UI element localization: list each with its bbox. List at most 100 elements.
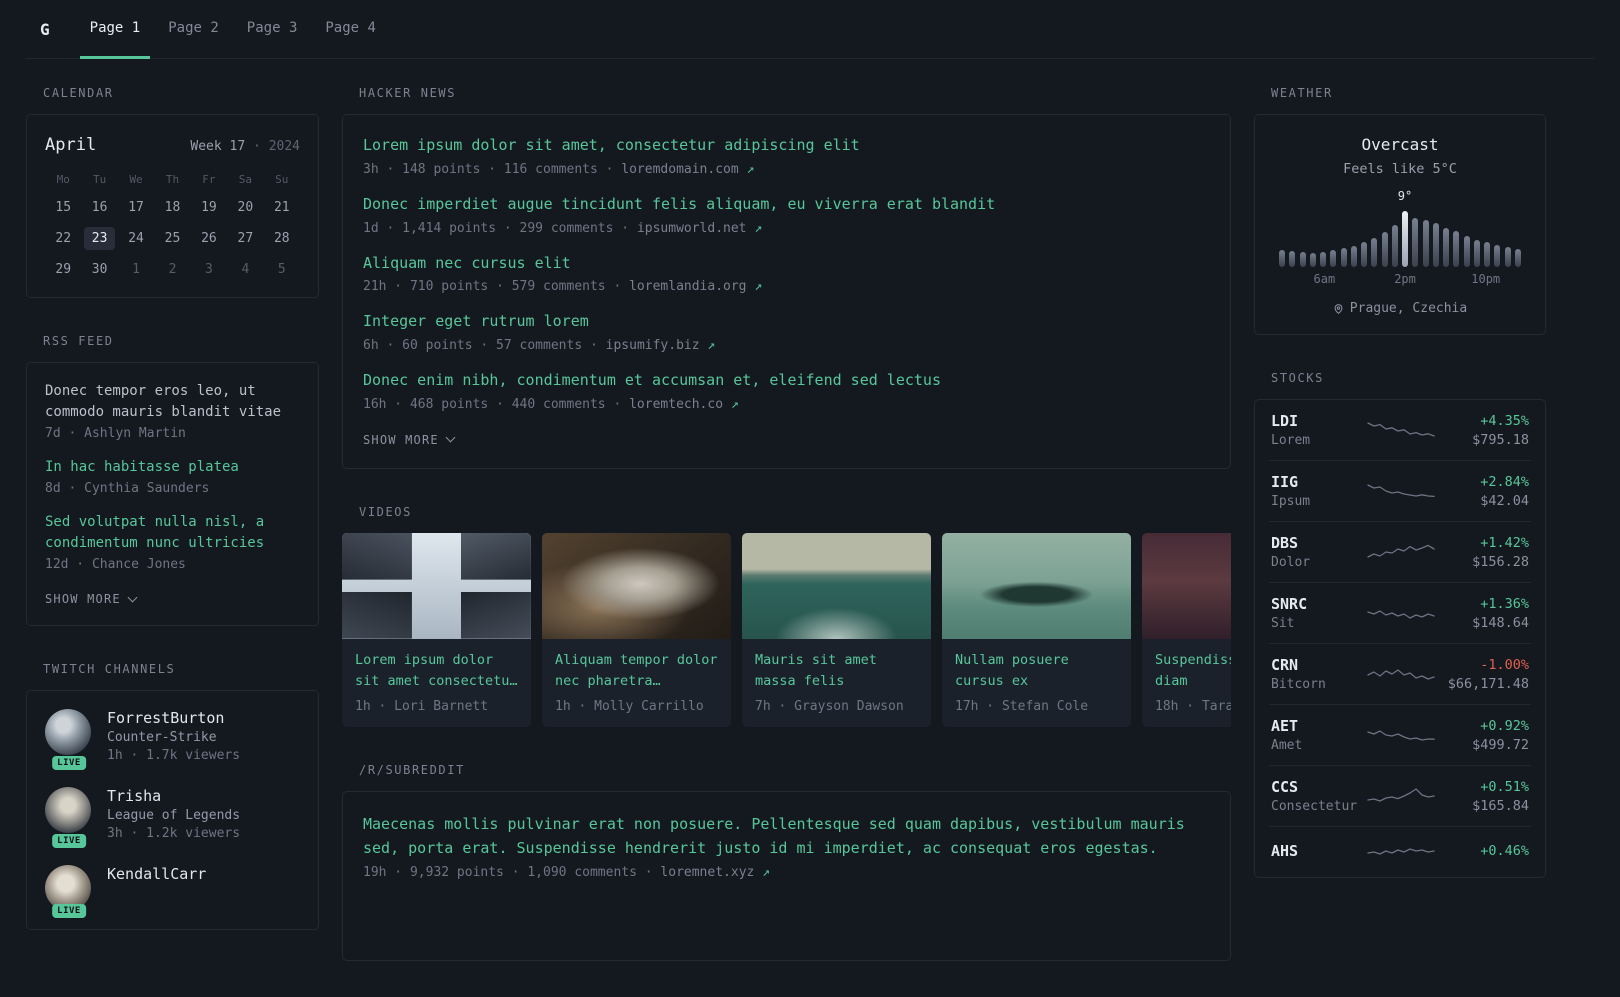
video-title[interactable]: Mauris sit amet massa felis <box>742 639 931 692</box>
video-title[interactable]: Nullam posuere cursus ex <box>942 639 1131 692</box>
hn-item-title[interactable]: Donec imperdiet augue tincidunt felis al… <box>363 195 995 213</box>
videos-widget-title: VIDEOS <box>359 504 412 519</box>
calendar-day: 21 <box>273 200 290 215</box>
stock-row[interactable]: IIG Ipsum +2.84% $42.04 <box>1269 460 1531 521</box>
weather-location: Prague, Czechia <box>1273 301 1527 316</box>
stock-row[interactable]: SNRC Sit +1.36% $148.64 <box>1269 582 1531 643</box>
rss-widget: RSS FEED Donec tempor eros leo, ut commo… <box>26 334 319 626</box>
video-thumbnail[interactable] <box>1142 532 1231 639</box>
weather-bar <box>1473 240 1480 267</box>
hn-domain-link[interactable]: loremdomain.com ↗ <box>621 162 754 177</box>
stock-change: +4.35% <box>1480 412 1529 429</box>
avatar <box>45 709 91 755</box>
weather-bar <box>1350 246 1357 267</box>
hn-domain-link[interactable]: ipsumify.biz ↗ <box>606 338 716 353</box>
calendar-day: 15 <box>55 200 72 215</box>
hn-domain-link[interactable]: loremtech.co ↗ <box>629 397 739 412</box>
weather-widget-title: WEATHER <box>1271 86 1333 100</box>
stock-price: $165.84 <box>1472 797 1529 814</box>
stock-id: AHS <box>1271 842 1359 863</box>
tab-page-2[interactable]: Page 2 <box>158 0 229 59</box>
channel-meta: 3h · 1.2k viewers <box>107 826 241 841</box>
hn-item-meta: 6h · 60 points · 57 comments · ipsumify.… <box>363 338 1210 353</box>
rss-item-title[interactable]: Sed volutpat nulla nisl, a condimentum n… <box>45 512 300 554</box>
subreddit-card: Maecenas mollis pulvinar erat non posuer… <box>342 790 1231 961</box>
video-thumbnail[interactable] <box>542 532 731 639</box>
weather-bar <box>1371 238 1378 267</box>
stock-sparkline <box>1367 422 1435 437</box>
stock-name: Consectetur <box>1271 799 1358 814</box>
video-title[interactable]: Aliquam tempor dolor nec pharetra… <box>542 639 731 692</box>
weather-bar <box>1289 251 1296 267</box>
stock-change: +0.46% <box>1480 842 1529 859</box>
rss-item-meta: 8d · Cynthia Saunders <box>45 481 210 496</box>
hn-domain: ipsumify.biz <box>605 338 700 353</box>
rss-show-more-button[interactable]: SHOW MORE <box>45 592 138 606</box>
hn-item-title[interactable]: Donec enim nibh, condimentum et accumsan… <box>363 371 941 389</box>
stock-ticker: SNRC <box>1271 595 1308 613</box>
stock-id: SNRC Sit <box>1271 595 1359 631</box>
hn-show-more-button[interactable]: SHOW MORE <box>363 433 456 447</box>
app-logo[interactable]: G <box>26 20 64 39</box>
stock-row[interactable]: CCS Consectetur +0.51% $165.84 <box>1269 765 1531 826</box>
hn-item: Integer eget rutrum lorem 6h · 60 points… <box>363 311 1210 353</box>
weather-bar <box>1412 218 1419 267</box>
hn-item-meta: 21h · 710 points · 579 comments · loreml… <box>363 279 1210 294</box>
stock-sparkline <box>1367 730 1435 741</box>
video-card[interactable]: Aliquam tempor dolor nec pharetra… 1h · … <box>542 532 731 727</box>
twitch-widget-title: TWITCH CHANNELS <box>43 662 176 676</box>
tab-page-1[interactable]: Page 1 <box>79 0 151 59</box>
video-meta: 1h · Lori Barnett <box>355 698 489 714</box>
stock-row[interactable]: AET Amet +0.92% $499.72 <box>1269 704 1531 765</box>
hn-item: Donec imperdiet augue tincidunt felis al… <box>363 194 1210 236</box>
video-title[interactable]: Lorem ipsum dolor sit amet consectetu… <box>342 639 531 692</box>
stock-row[interactable]: DBS Dolor +1.42% $156.28 <box>1269 521 1531 582</box>
avatar <box>45 787 91 833</box>
video-thumbnail[interactable] <box>342 532 531 639</box>
hn-item-title[interactable]: Integer eget rutrum lorem <box>363 312 589 330</box>
video-card[interactable]: Nullam posuere cursus ex 17h · Stefan Co… <box>942 532 1131 727</box>
stock-price: $148.64 <box>1472 614 1529 631</box>
video-title[interactable]: Suspendisse potenti diam <box>1142 639 1231 692</box>
stocks-widget-title: STOCKS <box>1271 371 1324 385</box>
subreddit-domain-link[interactable]: loremnet.xyz ↗ <box>660 865 770 880</box>
hn-meta-text: 1d · 1,414 points · 299 comments · <box>363 220 630 236</box>
video-card[interactable]: Suspendisse potenti diam 18h · Tara <box>1142 532 1231 727</box>
hn-meta-text: 21h · 710 points · 579 comments · <box>363 279 622 295</box>
weather-hour-label: 6am <box>1313 272 1336 286</box>
hn-item: Lorem ipsum dolor sit amet, consectetur … <box>363 135 1210 177</box>
tab-page-3[interactable]: Page 3 <box>237 0 308 59</box>
calendar-week-number: Week 17 <box>190 139 246 154</box>
weather-bar <box>1381 232 1388 267</box>
video-row: Lorem ipsum dolor sit amet consectetu… 1… <box>342 532 1231 727</box>
video-card[interactable]: Lorem ipsum dolor sit amet consectetu… 1… <box>342 532 531 727</box>
twitch-channel[interactable]: LIVE ForrestBurton Counter-Strike 1h · 1… <box>45 709 300 770</box>
location-pin-icon <box>1334 303 1343 314</box>
subreddit-post-title[interactable]: Maecenas mollis pulvinar erat non posuer… <box>363 812 1210 860</box>
hn-item-title[interactable]: Aliquam nec cursus elit <box>363 254 571 272</box>
calendar-day: 2 <box>168 262 177 277</box>
weather-bar <box>1432 223 1439 267</box>
rss-item-title[interactable]: Donec tempor eros leo, ut commodo mauris… <box>45 381 300 423</box>
tab-page-4[interactable]: Page 4 <box>315 0 386 59</box>
hn-domain-link[interactable]: loremlandia.org ↗ <box>629 279 762 294</box>
stock-row[interactable]: LDI Lorem +4.35% $795.18 <box>1269 400 1531 460</box>
weather-bar <box>1443 228 1449 267</box>
twitch-channel[interactable]: LIVE Trisha League of Legends 3h · 1.2k … <box>45 787 300 848</box>
channel-name: ForrestBurton <box>107 709 225 727</box>
video-thumbnail[interactable] <box>742 532 931 639</box>
rss-item: Sed volutpat nulla nisl, a condimentum n… <box>45 512 300 572</box>
hn-item-title[interactable]: Lorem ipsum dolor sit amet, consectetur … <box>363 136 860 154</box>
stock-name: Amet <box>1271 738 1303 753</box>
video-thumbnail[interactable] <box>942 532 1131 639</box>
hn-item: Aliquam nec cursus elit 21h · 710 points… <box>363 253 1210 295</box>
rss-item-title[interactable]: In hac habitasse platea <box>45 457 300 478</box>
hn-domain-link[interactable]: ipsumworld.net ↗ <box>637 221 762 236</box>
stock-row[interactable]: AHS +0.46% <box>1269 826 1531 877</box>
channel-category: League of Legends <box>107 808 241 823</box>
subreddit-post-meta: 19h · 9,932 points · 1,090 comments · lo… <box>363 865 1210 880</box>
stock-row[interactable]: CRN Bitcorn -1.00% $66,171.48 <box>1269 643 1531 704</box>
stock-id: AET Amet <box>1271 717 1359 753</box>
video-card[interactable]: Mauris sit amet massa felis 7h · Grayson… <box>742 532 931 727</box>
twitch-channel[interactable]: LIVE KendallCarr <box>45 865 300 918</box>
